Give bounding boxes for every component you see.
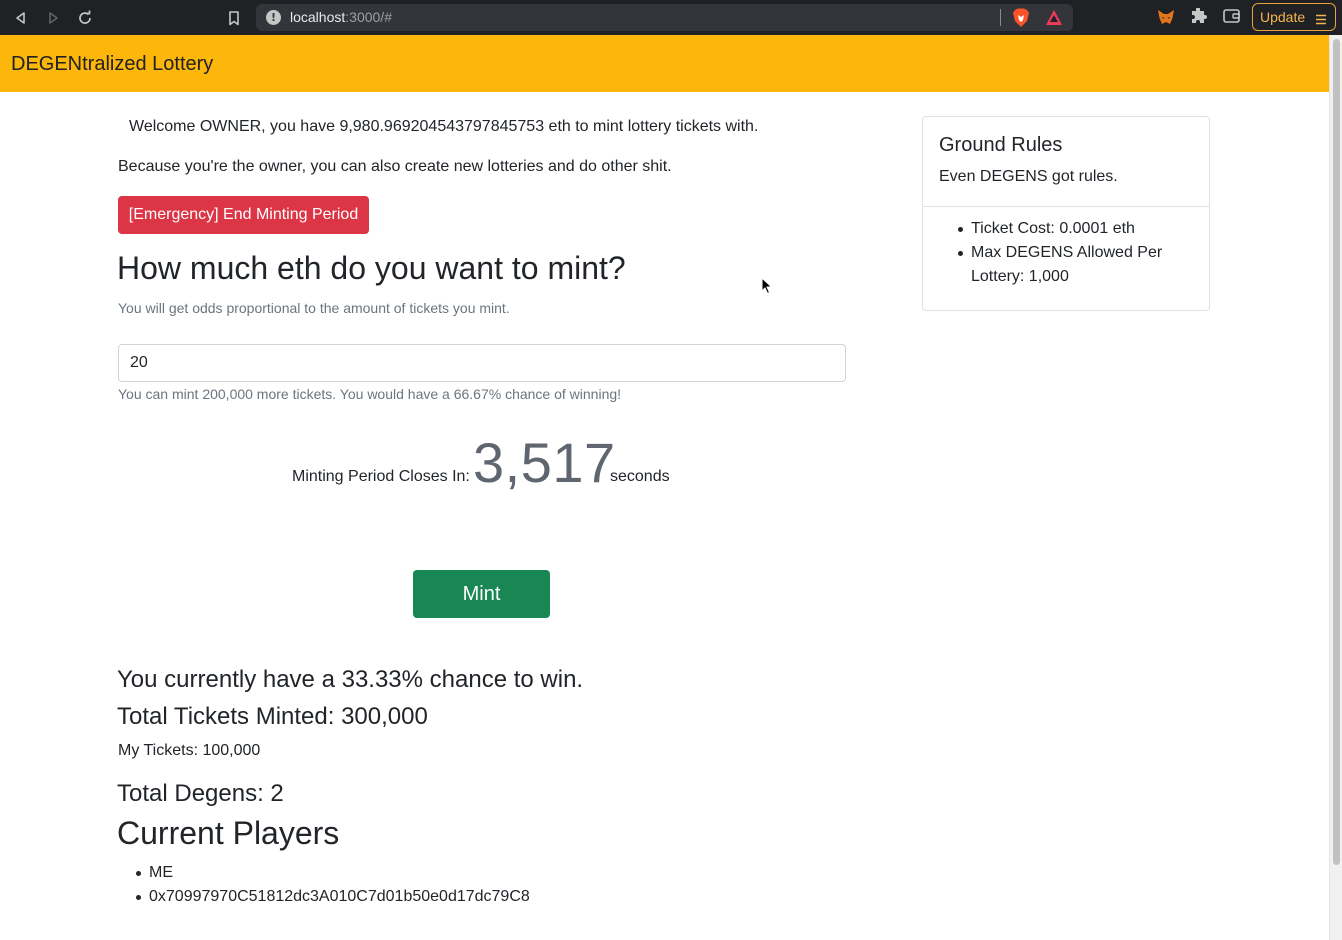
brave-shield-icon[interactable] (1012, 8, 1030, 33)
extensions-icon[interactable] (1190, 7, 1207, 30)
page-scrollbar[interactable] (1329, 35, 1342, 940)
forward-icon[interactable] (42, 7, 64, 29)
mint-info-text: You can mint 200,000 more tickets. You w… (118, 386, 622, 402)
mint-heading: How much eth do you want to mint? (117, 250, 626, 286)
address-bar[interactable]: ! localhost:3000/# (256, 4, 1073, 31)
rules-list: Ticket Cost: 0.0001 eth Max DEGENS Allow… (958, 217, 1196, 289)
rules-subtitle: Even DEGENS got rules. (939, 168, 1118, 185)
end-minting-button[interactable]: [Emergency] End Minting Period (118, 196, 369, 234)
mouse-cursor-icon (761, 276, 773, 300)
my-tickets: My Tickets: 100,000 (118, 742, 261, 759)
app-title[interactable]: DEGENtralized Lottery (11, 53, 213, 76)
brave-rewards-icon[interactable] (1045, 9, 1063, 31)
total-tickets: Total Tickets Minted: 300,000 (117, 703, 428, 730)
players-list: ME 0x70997970C51812dc3A010C7d01b50e0d17d… (136, 863, 530, 911)
mint-button[interactable]: Mint (413, 570, 550, 618)
current-chance: You currently have a 33.33% chance to wi… (117, 666, 584, 693)
rule-item: Ticket Cost: 0.0001 eth (958, 217, 1196, 241)
wallet-icon[interactable] (1223, 8, 1240, 29)
metamask-icon[interactable] (1157, 8, 1175, 31)
rules-title: Ground Rules (939, 134, 1063, 156)
player-item: ME (136, 863, 530, 887)
scrollbar-thumb[interactable] (1333, 39, 1340, 865)
countdown-label: Minting Period Closes In: (292, 468, 470, 485)
site-info-icon[interactable]: ! (266, 10, 281, 25)
owner-note: Because you're the owner, you can also c… (118, 158, 672, 175)
back-icon[interactable] (10, 7, 32, 29)
player-item: 0x70997970C51812dc3A010C7d01b50e0d17dc79… (136, 887, 530, 911)
players-heading: Current Players (117, 815, 340, 851)
countdown-value: 3,517 (473, 431, 616, 494)
browser-toolbar: ! localhost:3000/# Update (0, 0, 1342, 35)
reload-icon[interactable] (74, 7, 96, 29)
update-label: Update (1260, 9, 1306, 25)
update-button[interactable]: Update (1252, 3, 1336, 31)
rule-item: Max DEGENS Allowed Per Lottery: 1,000 (958, 241, 1196, 289)
eth-amount-input[interactable] (118, 344, 846, 382)
total-degens: Total Degens: 2 (117, 780, 284, 807)
ground-rules-card: Ground Rules Even DEGENS got rules. Tick… (922, 116, 1210, 311)
welcome-message: Welcome OWNER, you have 9,980.9692045437… (129, 118, 759, 135)
countdown-unit: seconds (610, 468, 670, 485)
url-divider (1000, 9, 1001, 26)
odds-note: You will get odds proportional to the am… (118, 300, 510, 316)
url-text[interactable]: localhost:3000/# (290, 9, 392, 25)
bookmark-icon[interactable] (223, 7, 245, 29)
app-navbar: DEGENtralized Lottery (0, 35, 1329, 92)
divider (923, 206, 1209, 207)
menu-icon (1316, 12, 1326, 28)
